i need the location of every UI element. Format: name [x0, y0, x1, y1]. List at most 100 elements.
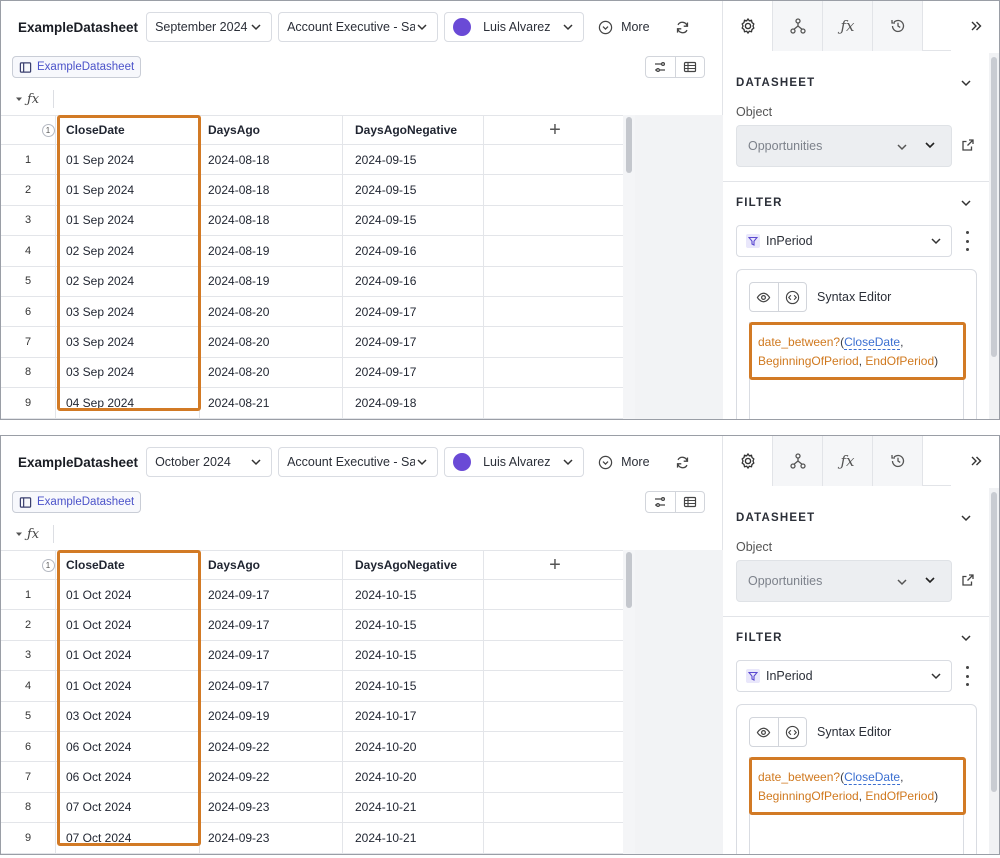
chevron-down-icon[interactable]: [959, 511, 973, 525]
column-header-closedate[interactable]: CloseDate: [56, 551, 200, 579]
cell-daysagonegative[interactable]: 2024-09-15: [343, 175, 484, 205]
cell-closedate[interactable]: 03 Sep 2024: [56, 297, 200, 327]
cell-closedate[interactable]: 01 Oct 2024: [56, 671, 200, 701]
cell-daysago[interactable]: 2024-09-22: [200, 732, 343, 762]
code-view-button[interactable]: [777, 283, 806, 311]
table-row[interactable]: 2 01 Oct 2024 2024-09-17 2024-10-15: [1, 610, 633, 641]
cell-empty[interactable]: [484, 357, 627, 388]
table-row[interactable]: 2 01 Sep 2024 2024-08-18 2024-09-15: [1, 175, 633, 206]
cell-daysagonegative[interactable]: 2024-10-15: [343, 671, 484, 701]
column-header-daysagonegative[interactable]: DaysAgoNegative: [343, 551, 484, 579]
formula-code-highlight[interactable]: date_between?(CloseDate, BeginningOfPeri…: [749, 757, 966, 815]
tab-formulas[interactable]: ƒx: [823, 1, 873, 51]
table-row[interactable]: 5 03 Oct 2024 2024-09-19 2024-10-17: [1, 701, 633, 732]
filter-select[interactable]: InPeriod: [736, 225, 952, 257]
cell-daysagonegative[interactable]: 2024-09-15: [343, 145, 484, 175]
tab-relationships[interactable]: [773, 436, 823, 486]
formula-code-highlight[interactable]: date_between?(CloseDate, BeginningOfPeri…: [749, 322, 966, 380]
cell-empty[interactable]: [484, 640, 627, 671]
cell-daysago[interactable]: 2024-09-23: [200, 823, 343, 853]
role-dropdown[interactable]: Account Executive - Sa: [278, 12, 439, 42]
table-row[interactable]: 5 02 Sep 2024 2024-08-19 2024-09-16: [1, 266, 633, 297]
more-button[interactable]: More: [590, 447, 657, 477]
cell-empty[interactable]: [484, 610, 627, 640]
cell-daysagonegative[interactable]: 2024-10-17: [343, 701, 484, 731]
fx-icon[interactable]: ƒx: [27, 92, 39, 107]
cell-closedate[interactable]: 01 Oct 2024: [56, 580, 200, 610]
cell-closedate[interactable]: 04 Sep 2024: [56, 388, 200, 418]
cell-daysago[interactable]: 2024-08-21: [200, 388, 343, 418]
cell-closedate[interactable]: 01 Oct 2024: [56, 610, 200, 640]
table-row[interactable]: 3 01 Sep 2024 2024-08-18 2024-09-15: [1, 205, 633, 237]
cell-empty[interactable]: [484, 297, 627, 327]
side-panel-scrollbar[interactable]: [989, 488, 999, 854]
object-select[interactable]: Opportunities: [736, 560, 952, 602]
cell-daysago[interactable]: 2024-08-19: [200, 266, 343, 296]
tab-relationships[interactable]: [773, 1, 823, 51]
filter-select[interactable]: InPeriod: [736, 660, 952, 692]
cell-empty[interactable]: [484, 236, 627, 266]
table-row[interactable]: 8 03 Sep 2024 2024-08-20 2024-09-17: [1, 357, 633, 389]
side-panel-scrollbar[interactable]: [989, 53, 999, 419]
cell-daysago[interactable]: 2024-09-17: [200, 640, 343, 671]
cell-daysagonegative[interactable]: 2024-10-15: [343, 640, 484, 671]
grid-scrollbar[interactable]: [623, 550, 635, 854]
chevron-down-icon[interactable]: [959, 196, 973, 210]
cell-empty[interactable]: [484, 792, 627, 823]
refresh-button[interactable]: [668, 12, 698, 42]
caret-down-icon[interactable]: [15, 530, 23, 538]
tab-history[interactable]: [873, 436, 923, 486]
cell-daysagonegative[interactable]: 2024-10-21: [343, 792, 484, 823]
cell-daysagonegative[interactable]: 2024-10-20: [343, 762, 484, 792]
side-scroll-thumb[interactable]: [991, 57, 997, 357]
cell-daysago[interactable]: 2024-09-17: [200, 671, 343, 701]
chevron-down-icon[interactable]: [959, 631, 973, 645]
period-dropdown[interactable]: October 2024: [146, 447, 273, 477]
cell-daysagonegative[interactable]: 2024-09-17: [343, 357, 484, 388]
cell-daysago[interactable]: 2024-08-20: [200, 327, 343, 357]
grid-view-button[interactable]: [674, 57, 704, 77]
cell-closedate[interactable]: 06 Oct 2024: [56, 732, 200, 762]
cell-closedate[interactable]: 02 Sep 2024: [56, 236, 200, 266]
table-row[interactable]: 1 01 Oct 2024 2024-09-17 2024-10-15: [1, 580, 633, 611]
cell-closedate[interactable]: 01 Sep 2024: [56, 145, 200, 175]
preview-button[interactable]: [750, 718, 778, 746]
cell-daysagonegative[interactable]: 2024-09-17: [343, 297, 484, 327]
cell-daysagonegative[interactable]: 2024-09-18: [343, 388, 484, 418]
cell-closedate[interactable]: 01 Oct 2024: [56, 640, 200, 671]
table-row[interactable]: 9 07 Oct 2024 2024-09-23 2024-10-21: [1, 823, 633, 854]
cell-empty[interactable]: [484, 823, 627, 853]
add-column-button[interactable]: +: [484, 551, 627, 579]
table-row[interactable]: 3 01 Oct 2024 2024-09-17 2024-10-15: [1, 640, 633, 672]
cell-closedate[interactable]: 07 Oct 2024: [56, 792, 200, 823]
table-row[interactable]: 1 01 Sep 2024 2024-08-18 2024-09-15: [1, 145, 633, 176]
cell-daysagonegative[interactable]: 2024-10-20: [343, 732, 484, 762]
cell-daysagonegative[interactable]: 2024-09-15: [343, 205, 484, 236]
cell-closedate[interactable]: 06 Oct 2024: [56, 762, 200, 792]
cell-empty[interactable]: [484, 388, 627, 418]
table-row[interactable]: 9 04 Sep 2024 2024-08-21 2024-09-18: [1, 388, 633, 419]
caret-down-icon[interactable]: [15, 95, 23, 103]
table-row[interactable]: 4 02 Sep 2024 2024-08-19 2024-09-16: [1, 236, 633, 267]
cell-empty[interactable]: [484, 205, 627, 236]
grid-view-button[interactable]: [674, 492, 704, 512]
cell-closedate[interactable]: 01 Sep 2024: [56, 205, 200, 236]
cell-closedate[interactable]: 07 Oct 2024: [56, 823, 200, 853]
cell-daysagonegative[interactable]: 2024-10-15: [343, 610, 484, 640]
cell-empty[interactable]: [484, 732, 627, 762]
cell-empty[interactable]: [484, 580, 627, 610]
cell-empty[interactable]: [484, 145, 627, 175]
table-row[interactable]: 8 07 Oct 2024 2024-09-23 2024-10-21: [1, 792, 633, 824]
user-dropdown[interactable]: Luis Alvarez: [444, 447, 585, 477]
cell-closedate[interactable]: 03 Oct 2024: [56, 701, 200, 731]
table-row[interactable]: 4 01 Oct 2024 2024-09-17 2024-10-15: [1, 671, 633, 702]
filter-options-button[interactable]: [963, 666, 971, 686]
collapse-panel-button[interactable]: [951, 436, 999, 486]
grid-scrollbar[interactable]: [623, 115, 635, 419]
cell-daysagonegative[interactable]: 2024-09-16: [343, 236, 484, 266]
fx-icon[interactable]: ƒx: [27, 527, 39, 542]
table-row[interactable]: 7 03 Sep 2024 2024-08-20 2024-09-17: [1, 327, 633, 358]
filter-options-button[interactable]: [963, 231, 971, 251]
datasheet-chip[interactable]: ExampleDatasheet: [12, 56, 142, 78]
tab-settings[interactable]: [723, 436, 773, 486]
